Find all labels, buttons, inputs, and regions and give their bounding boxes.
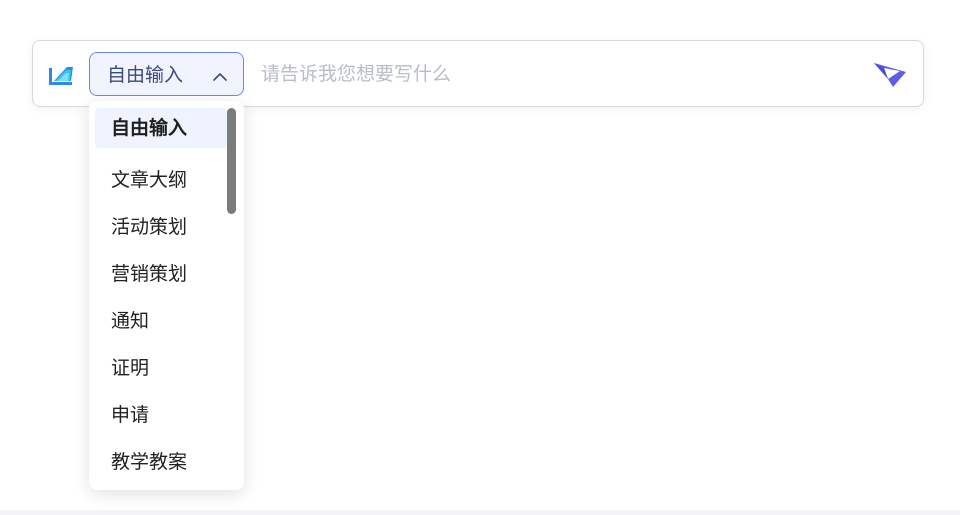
prompt-bar: 自由输入: [32, 40, 924, 107]
prompt-input[interactable]: [261, 55, 861, 93]
dropdown-item-application[interactable]: 申请: [95, 395, 228, 435]
dropdown-item-article-outline[interactable]: 文章大纲: [95, 160, 228, 200]
writing-mode-label: 自由输入: [107, 64, 184, 86]
document-pen-icon: [47, 63, 75, 87]
bottom-divider: [0, 510, 960, 515]
paper-plane-icon[interactable]: [871, 59, 909, 91]
dropdown-item-lesson-plan[interactable]: 教学教案: [95, 442, 228, 482]
dropdown-item-marketing-planning[interactable]: 营销策划: [95, 254, 228, 294]
dropdown-item-notice[interactable]: 通知: [95, 301, 228, 341]
page: 自由输入 自由输入 文章大纲 活动策划 营销策划 通知 证明 申请 教学教案: [0, 0, 960, 515]
dropdown-item-event-planning[interactable]: 活动策划: [95, 207, 228, 247]
writing-mode-dropdown: 自由输入 文章大纲 活动策划 营销策划 通知 证明 申请 教学教案: [89, 101, 244, 490]
dropdown-item-certificate[interactable]: 证明: [95, 348, 228, 388]
dropdown-scrollbar-thumb[interactable]: [227, 108, 236, 214]
dropdown-item-free-input[interactable]: 自由输入: [95, 108, 228, 148]
writing-mode-select[interactable]: 自由输入: [89, 52, 244, 96]
chevron-up-icon: [212, 68, 228, 81]
